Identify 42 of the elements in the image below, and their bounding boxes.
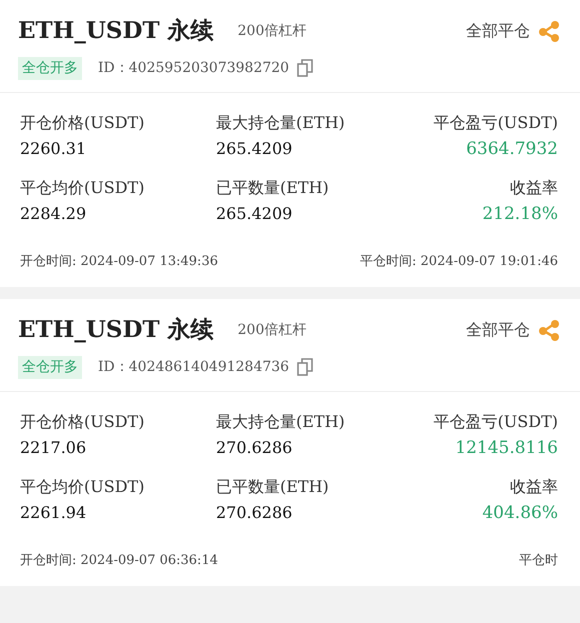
close-time: 平仓时间: 2024-09-07 19:01:46 (360, 252, 558, 270)
stat-label: 最大持仓量(ETH) (216, 410, 346, 432)
close-time: 平仓时 (519, 552, 558, 570)
stat-label: 开仓价格(USDT) (20, 410, 146, 432)
stat-label: 已平数量(ETH) (216, 476, 330, 498)
leverage-label: 200倍杠杆 (238, 22, 306, 41)
position-tag: 全仓开多 (18, 356, 82, 378)
symbol-title: ETH_USDT 永续 (18, 315, 214, 345)
stat-value: 2217.06 (20, 436, 88, 458)
copy-icon[interactable] (297, 358, 314, 376)
stat-label: 平仓盈亏(USDT) (434, 112, 558, 134)
stat-label: 开仓价格(USDT) (20, 112, 146, 134)
stat-value: 270.6286 (216, 436, 294, 458)
stat-value: 2284.29 (20, 203, 88, 225)
stat-value: 265.4209 (216, 203, 294, 225)
symbol-title: ETH_USDT 永续 (18, 16, 214, 46)
stat-label: 平仓均价(USDT) (20, 177, 146, 199)
stat-value: 2261.94 (20, 502, 88, 524)
stat-label: 平仓盈亏(USDT) (434, 410, 558, 432)
copy-icon[interactable] (297, 59, 314, 77)
stat-value: 6364.7932 (465, 138, 558, 160)
stat-value: 270.6286 (216, 502, 294, 524)
open-time: 开仓时间: 2024-09-07 06:36:14 (20, 552, 218, 570)
position-tag: 全仓开多 (18, 56, 82, 80)
stat-value: 2260.31 (20, 138, 88, 160)
share-icon[interactable] (538, 319, 560, 342)
close-all-link[interactable]: 全部平仓 (466, 19, 530, 44)
stat-value: 212.18% (481, 203, 558, 226)
open-time: 开仓时间: 2024-09-07 13:49:36 (20, 252, 218, 270)
order-id: ID：402486140491284736 (98, 358, 290, 376)
close-all-link[interactable]: 全部平仓 (466, 318, 530, 342)
stat-label: 收益率 (509, 476, 558, 498)
leverage-label: 200倍杠杆 (238, 320, 306, 340)
stat-value: 265.4209 (216, 138, 294, 160)
order-id: ID：402595203073982720 (98, 58, 290, 78)
share-icon[interactable] (538, 20, 560, 42)
stat-value: 404.86% (481, 502, 558, 525)
stat-label: 已平数量(ETH) (216, 177, 330, 199)
stat-label: 收益率 (509, 177, 558, 199)
stat-label: 平仓均价(USDT) (20, 476, 146, 498)
stat-label: 最大持仓量(ETH) (216, 112, 346, 134)
stat-value: 12145.8116 (454, 436, 558, 460)
